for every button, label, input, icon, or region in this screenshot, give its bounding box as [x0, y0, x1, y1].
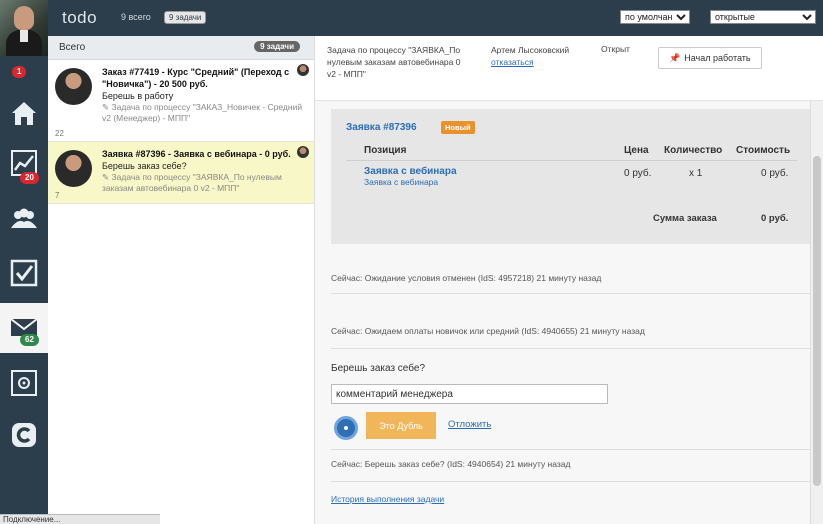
action-question: Берешь заказ себе? [331, 363, 425, 374]
sort-select[interactable]: по умолчанию [620, 10, 690, 24]
order-table: Позиция Цена Количество Стоимость Заявка… [346, 141, 797, 195]
task-avatar [55, 68, 92, 105]
start-work-button[interactable]: 📌 Начал работать [658, 47, 762, 69]
scrollbar-thumb[interactable] [813, 156, 821, 486]
log-entry: Сейчас: Берешь заказ себе? (IdS: 4940654… [331, 459, 571, 469]
browser-status-bar: Подключение... [0, 514, 160, 524]
order-card: Заявка #87396 Новый Позиция Цена Количес… [331, 109, 810, 244]
refuse-link[interactable]: отказаться [491, 56, 569, 68]
task-list: Всего 9 задачи Заказ #77419 - Курс "Сред… [48, 36, 315, 524]
edit-icon: ✎ [102, 172, 110, 182]
order-total-value: 0 руб. [761, 213, 789, 224]
assignee-block: Артем Лысоковский отказаться [491, 44, 569, 68]
item-subname[interactable]: Заявка с вебинара [364, 177, 457, 187]
task-item[interactable]: Заказ #77419 - Курс "Средний" (Переход с… [48, 60, 314, 142]
task-list-title: Всего [59, 42, 86, 53]
item-cost: 0 руб. [761, 168, 789, 179]
edit-icon: ✎ [102, 102, 110, 112]
scrollbar[interactable] [810, 101, 823, 524]
postpone-link[interactable]: Отложить [448, 419, 491, 430]
process-name: Задача по процессу "ЗАЯВКА_По нулевым за… [327, 45, 461, 79]
divider [331, 293, 810, 294]
comment-input[interactable] [331, 384, 608, 404]
history-link[interactable]: История выполнения задачи [331, 494, 444, 504]
order-item-row: Заявка с вебинара Заявка с вебинара 0 ру… [346, 161, 797, 195]
item-name[interactable]: Заявка с вебинара [364, 166, 457, 177]
circle-icon [342, 424, 350, 432]
safe-icon [11, 370, 37, 396]
task-number: 22 [55, 129, 64, 138]
order-title[interactable]: Заявка #87396 [346, 122, 417, 133]
log-entry: Сейчас: Ожидаем оплаты новичок или средн… [331, 326, 645, 336]
c-logo-icon [12, 423, 36, 447]
task-title: Заявка #87396 - Заявка с вебинара - 0 ру… [102, 149, 291, 159]
order-total-label: Сумма заказа [653, 213, 717, 224]
divider [331, 348, 810, 349]
duplicate-button[interactable]: Это Дубль [366, 412, 436, 439]
item-price: 0 руб. [624, 168, 652, 179]
order-status-tag: Новый [441, 121, 475, 134]
task-subtitle: Берешь заказ себе? [102, 161, 187, 171]
checkbox-icon [10, 259, 38, 287]
total-count[interactable]: 9 всего [121, 12, 151, 22]
task-status: Открыт [601, 44, 630, 54]
home-icon [12, 102, 36, 125]
assignee-avatar [297, 146, 309, 158]
safe-button[interactable] [0, 358, 48, 408]
mail-badge: 62 [20, 334, 39, 346]
tasks-count-badge[interactable]: 9 задачи [164, 11, 207, 24]
tasks-button[interactable] [0, 248, 48, 298]
task-detail: Задача по процессу "ЗАЯВКА_По нулевым за… [315, 36, 823, 524]
divider [331, 481, 810, 482]
task-meta: ✎ Задача по процессу "ЗАЯВКА_По нулевым … [102, 172, 282, 193]
column-price: Цена [624, 145, 649, 156]
user-avatar[interactable] [0, 0, 48, 56]
left-rail: 1 20 62 [0, 0, 48, 524]
task-subtitle: Берешь в работу [102, 91, 174, 101]
task-number: 7 [55, 191, 60, 200]
users-icon [11, 208, 37, 228]
users-button[interactable] [0, 194, 48, 244]
task-title: Заказ #77419 - Курс "Средний" (Переход с… [102, 67, 290, 89]
task-list-header: Всего 9 задачи [48, 36, 314, 60]
task-list-badge: 9 задачи [254, 41, 300, 52]
item-quantity: x 1 [689, 168, 703, 179]
top-bar: todo 9 всего 9 задачи по умолчанию откры… [48, 0, 823, 36]
task-item-selected[interactable]: Заявка #87396 - Заявка с вебинара - 0 ру… [48, 142, 314, 204]
stats-badge: 20 [20, 172, 39, 184]
order-table-header: Позиция Цена Количество Стоимость [346, 141, 797, 161]
assignee-avatar [297, 64, 309, 76]
log-entry: Сейчас: Ожидание условия отменен (IdS: 4… [331, 273, 602, 283]
pin-icon: 📌 [669, 52, 681, 63]
confirm-button[interactable] [334, 416, 358, 440]
assignee-name: Артем Лысоковский [491, 45, 570, 55]
notification-badge: 1 [12, 66, 27, 78]
brand-button[interactable] [0, 410, 48, 460]
status-filter-select[interactable]: открытые [710, 10, 816, 24]
task-content: Заявка #87396 Новый Позиция Цена Количес… [315, 101, 810, 524]
task-avatar [55, 150, 92, 187]
column-cost: Стоимость [736, 145, 791, 156]
task-detail-header: Задача по процессу "ЗАЯВКА_По нулевым за… [315, 36, 823, 101]
divider [331, 449, 810, 450]
column-position: Позиция [364, 145, 407, 156]
column-quantity: Количество [664, 145, 723, 156]
task-meta: ✎ Задача по процессу "ЗАКАЗ_Новичек - Ср… [102, 102, 303, 123]
home-button[interactable] [0, 88, 48, 138]
app-title: todo [62, 8, 98, 27]
